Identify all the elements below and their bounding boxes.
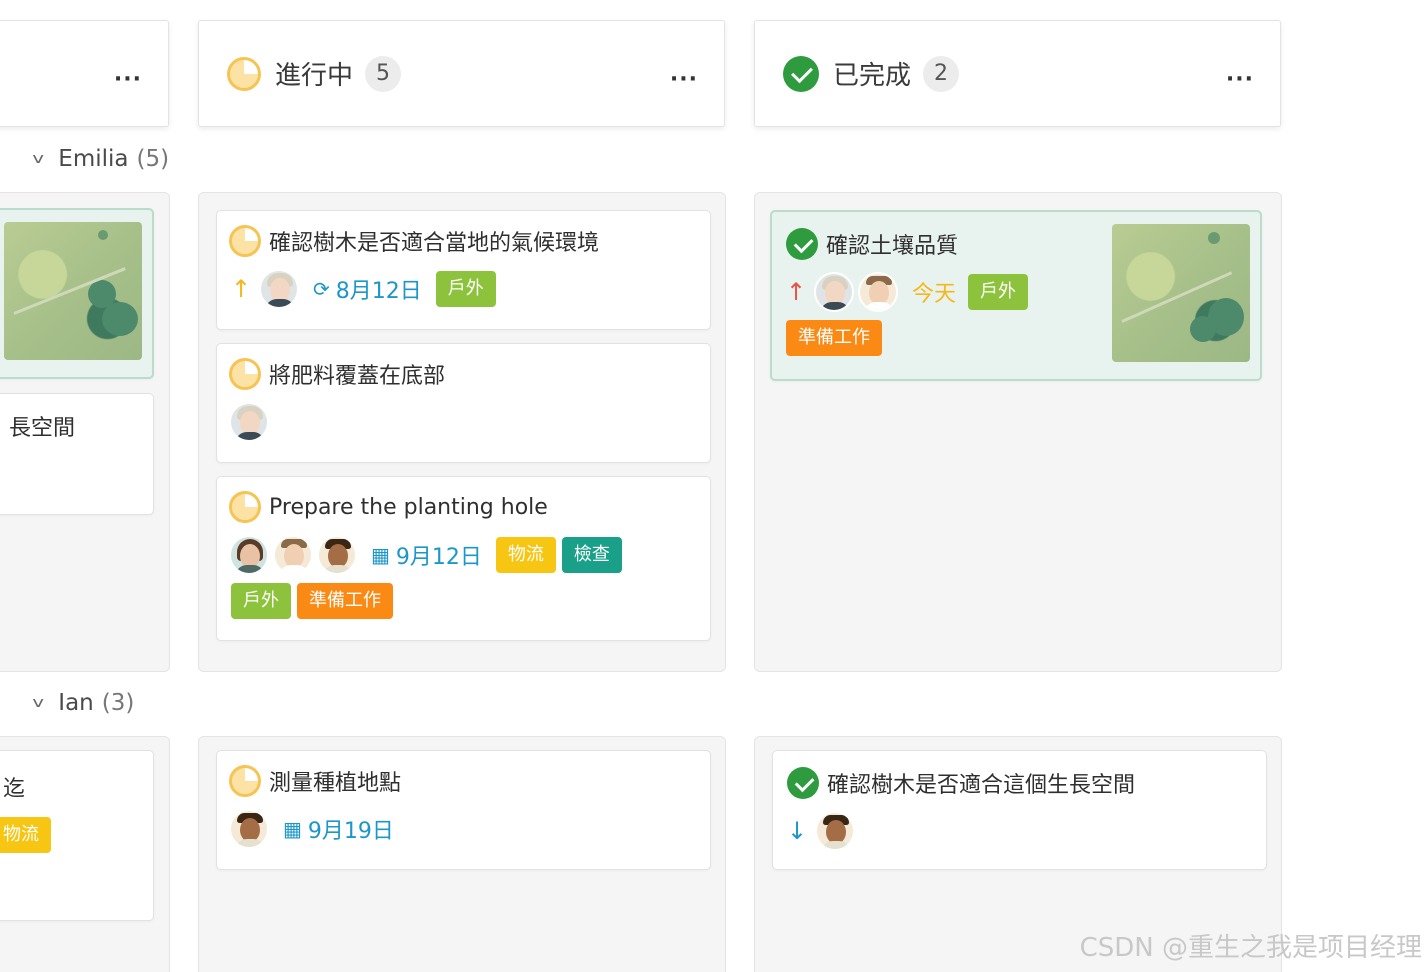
due-date[interactable]: ⟳ 8月12日 bbox=[313, 273, 422, 305]
priority-low-icon: ↓ bbox=[787, 817, 808, 845]
done-status-icon[interactable] bbox=[786, 228, 818, 260]
due-date[interactable]: ▦ 9月12日 bbox=[371, 539, 482, 571]
recurring-icon: ⟳ bbox=[313, 277, 330, 301]
tag-outdoor[interactable]: 戶外 bbox=[435, 271, 496, 307]
chevron-down-icon[interactable]: v bbox=[32, 151, 44, 167]
task-card[interactable]: 確認樹木是否適合這個生長空間 ↓ bbox=[772, 750, 1267, 870]
group-count: (5) bbox=[136, 146, 170, 172]
group-name: Ian bbox=[58, 690, 94, 716]
column-header-partial: ... bbox=[0, 20, 169, 127]
in-progress-status-icon[interactable] bbox=[229, 358, 261, 390]
tag-logistics[interactable]: 物流 bbox=[495, 537, 556, 573]
card-cover-image bbox=[4, 222, 142, 360]
column-count-badge: 5 bbox=[365, 55, 402, 92]
avatar[interactable] bbox=[317, 535, 357, 575]
chevron-down-icon[interactable]: v bbox=[32, 695, 44, 711]
card-title: 確認土壤品質 bbox=[826, 234, 959, 259]
task-card[interactable]: 將肥料覆蓋在底部 bbox=[216, 343, 711, 463]
in-progress-status-icon[interactable] bbox=[229, 765, 261, 797]
in-progress-status-icon[interactable] bbox=[229, 491, 261, 523]
avatar[interactable] bbox=[229, 809, 269, 849]
tag-logistics[interactable]: 物流 bbox=[0, 817, 51, 853]
date-text: 9月12日 bbox=[395, 545, 482, 570]
group-name: Emilia bbox=[58, 146, 129, 172]
avatar[interactable] bbox=[229, 402, 269, 442]
column-menu-button[interactable]: ... bbox=[670, 61, 698, 86]
priority-high-icon: ↑ bbox=[231, 275, 252, 303]
calendar-icon: ▦ bbox=[371, 543, 390, 567]
group-count: (3) bbox=[101, 690, 135, 716]
date-text: 9月19日 bbox=[307, 819, 394, 844]
tag-outdoor[interactable]: 戶外 bbox=[968, 274, 1029, 310]
tag-preparation[interactable]: 準備工作 bbox=[786, 320, 882, 356]
avatar[interactable] bbox=[858, 272, 898, 312]
column-title: 進行中 bbox=[275, 61, 354, 91]
in-progress-status-icon bbox=[227, 56, 261, 91]
task-card[interactable]: 確認樹木是否適合當地的氣候環境 ↑ ⟳ 8月12日 戶外 bbox=[216, 210, 711, 330]
card-cover-image bbox=[1112, 224, 1250, 362]
task-card[interactable] bbox=[0, 208, 154, 379]
card-title: 將肥料覆蓋在底部 bbox=[269, 364, 446, 389]
watermark: CSDN @重生之我是项目经理 bbox=[1079, 933, 1422, 963]
due-date[interactable]: ▦ 9月19日 bbox=[283, 813, 394, 845]
column-count-badge: 2 bbox=[923, 55, 960, 92]
task-card[interactable]: 確認土壤品質 ↑ 今天 戶外 準備工作 bbox=[770, 210, 1262, 381]
date-text: 8月12日 bbox=[335, 279, 422, 304]
card-title: 確認樹木是否適合當地的氣候環境 bbox=[269, 231, 600, 256]
tag-inspection[interactable]: 檢查 bbox=[561, 537, 622, 573]
group-header-ian[interactable]: v Ian (3) bbox=[32, 690, 135, 716]
task-card[interactable]: 測量種植地點 ▦ 9月19日 bbox=[216, 750, 711, 870]
done-status-icon bbox=[783, 55, 819, 92]
column-menu-button[interactable]: ... bbox=[1226, 61, 1254, 86]
avatar[interactable] bbox=[273, 535, 313, 575]
avatar[interactable] bbox=[814, 272, 854, 312]
card-title: 長空間 bbox=[9, 416, 76, 441]
tag-preparation[interactable]: 準備工作 bbox=[297, 583, 393, 619]
column-header-done: 已完成 2 ... bbox=[754, 20, 1281, 127]
done-status-icon[interactable] bbox=[787, 767, 819, 799]
avatar[interactable] bbox=[815, 811, 855, 851]
card-title: 迄 bbox=[3, 777, 26, 802]
calendar-icon: ▦ bbox=[283, 817, 302, 841]
task-card[interactable]: 迄 物流 bbox=[0, 750, 154, 921]
in-progress-status-icon[interactable] bbox=[229, 225, 261, 257]
task-card[interactable]: Prepare the planting hole ▦ 9月12日 物流 檢查 … bbox=[216, 476, 711, 641]
priority-high-icon: ↑ bbox=[786, 278, 807, 306]
column-title: 已完成 bbox=[833, 61, 912, 91]
group-header-emilia[interactable]: v Emilia (5) bbox=[32, 146, 170, 172]
task-card[interactable]: 長空間 bbox=[0, 393, 154, 515]
tag-outdoor[interactable]: 戶外 bbox=[231, 583, 291, 619]
due-date-today[interactable]: 今天 bbox=[912, 276, 956, 308]
card-title: 測量種植地點 bbox=[269, 771, 402, 796]
avatar[interactable] bbox=[229, 535, 269, 575]
card-title: Prepare the planting hole bbox=[269, 494, 548, 520]
avatar[interactable] bbox=[259, 269, 299, 309]
column-menu-button[interactable]: ... bbox=[114, 61, 142, 86]
column-header-in-progress: 進行中 5 ... bbox=[198, 20, 725, 127]
card-title: 確認樹木是否適合這個生長空間 bbox=[827, 773, 1136, 798]
